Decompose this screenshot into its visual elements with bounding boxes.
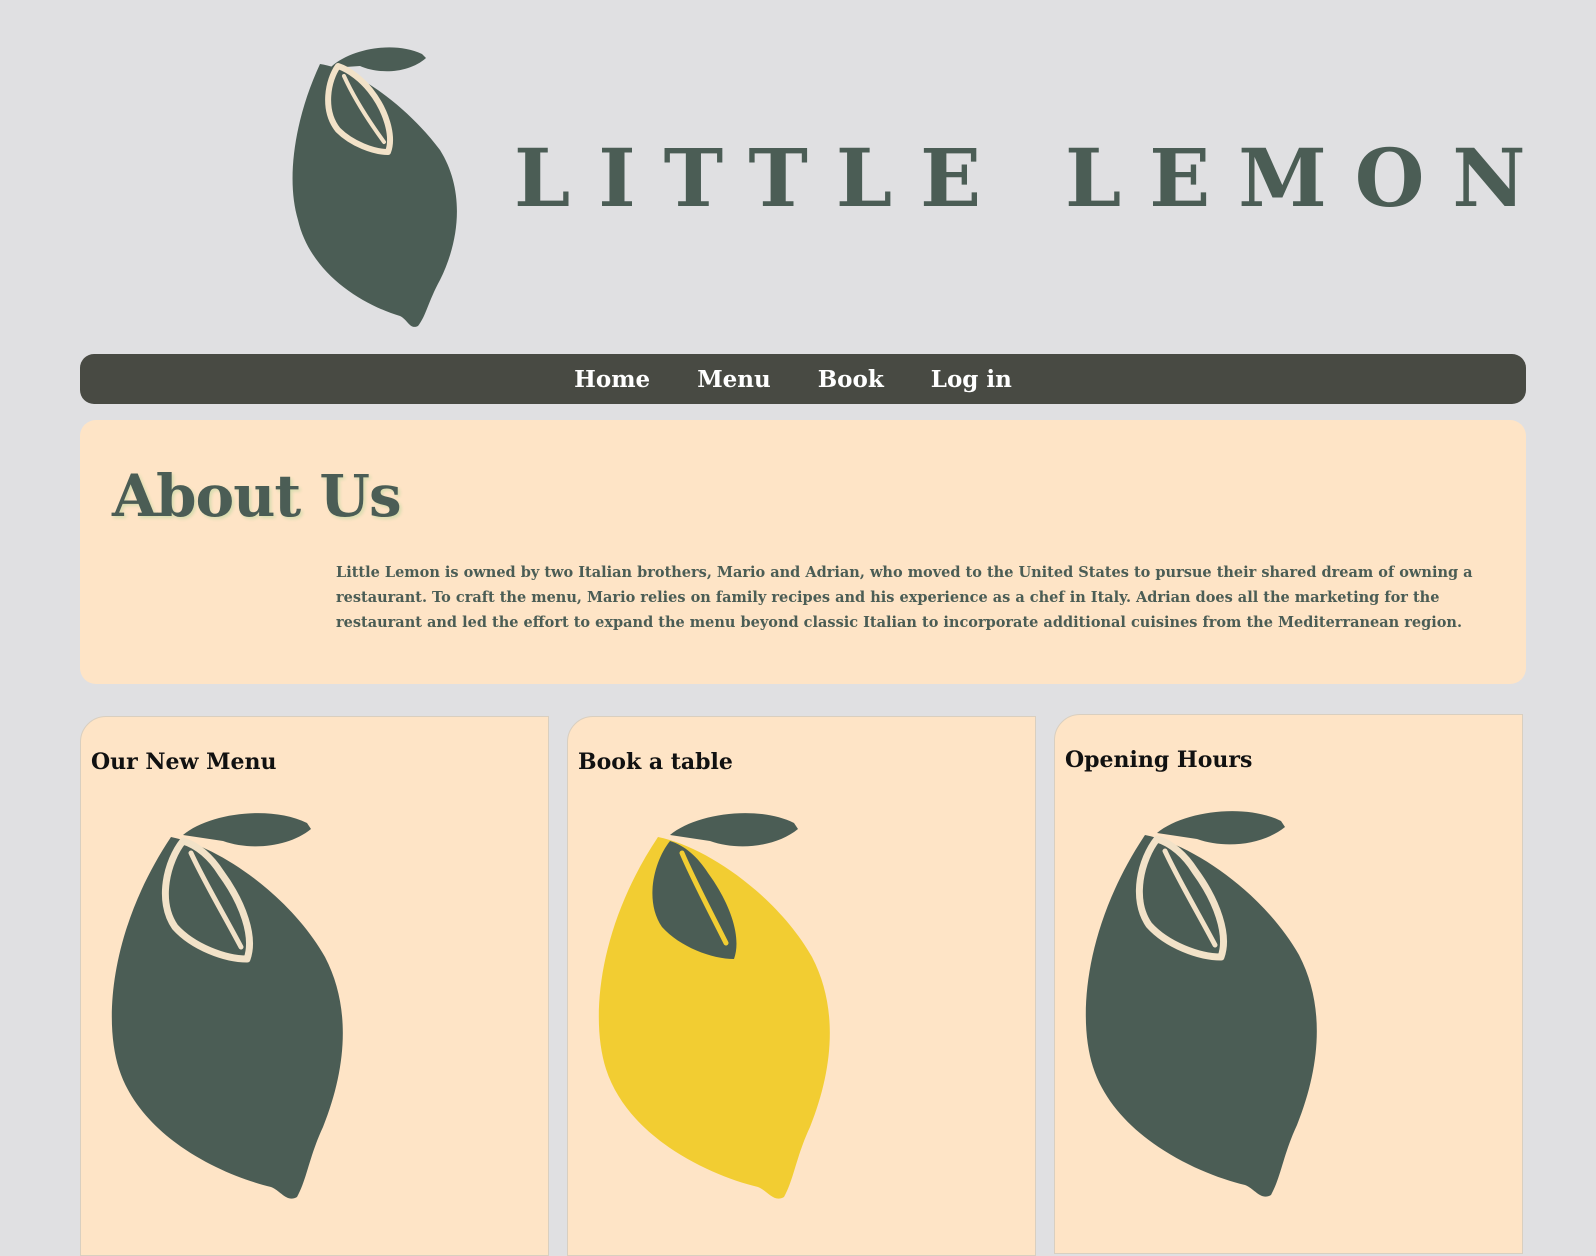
nav-item-login: Log in: [931, 366, 1012, 393]
nav-item-menu: Menu: [697, 366, 771, 393]
card-title: Book a table: [578, 749, 733, 775]
card-opening-hours: Opening Hours: [1054, 714, 1523, 1254]
site-title: LITTLE LEMON: [514, 131, 1554, 225]
lemon-icon: [111, 813, 343, 1199]
nav-link-home[interactable]: Home: [574, 366, 650, 393]
nav-link-book[interactable]: Book: [818, 366, 884, 393]
card-title: Our New Menu: [91, 749, 277, 775]
lemon-icon: [292, 47, 457, 327]
nav-item-home: Home: [574, 366, 650, 393]
lemon-icon: [598, 813, 830, 1199]
nav-item-book: Book: [818, 366, 884, 393]
about-text: Little Lemon is owned by two Italian bro…: [336, 564, 1473, 631]
nav-link-login[interactable]: Log in: [931, 366, 1012, 393]
nav-link-menu[interactable]: Menu: [697, 366, 771, 393]
nav-list: Home Menu Book Log in: [574, 366, 1012, 393]
lemon-icon: [1085, 811, 1317, 1197]
main-nav: Home Menu Book Log in: [80, 354, 1526, 404]
about-title: About Us: [112, 462, 402, 530]
card-book-a-table: Book a table: [567, 716, 1036, 1256]
card-our-new-menu: Our New Menu: [80, 716, 549, 1256]
about-section: About Us Little Lemon is owned by two It…: [80, 420, 1526, 684]
logo-home-link[interactable]: LITTLE LEMON: [290, 40, 1526, 330]
card-title: Opening Hours: [1065, 747, 1253, 773]
